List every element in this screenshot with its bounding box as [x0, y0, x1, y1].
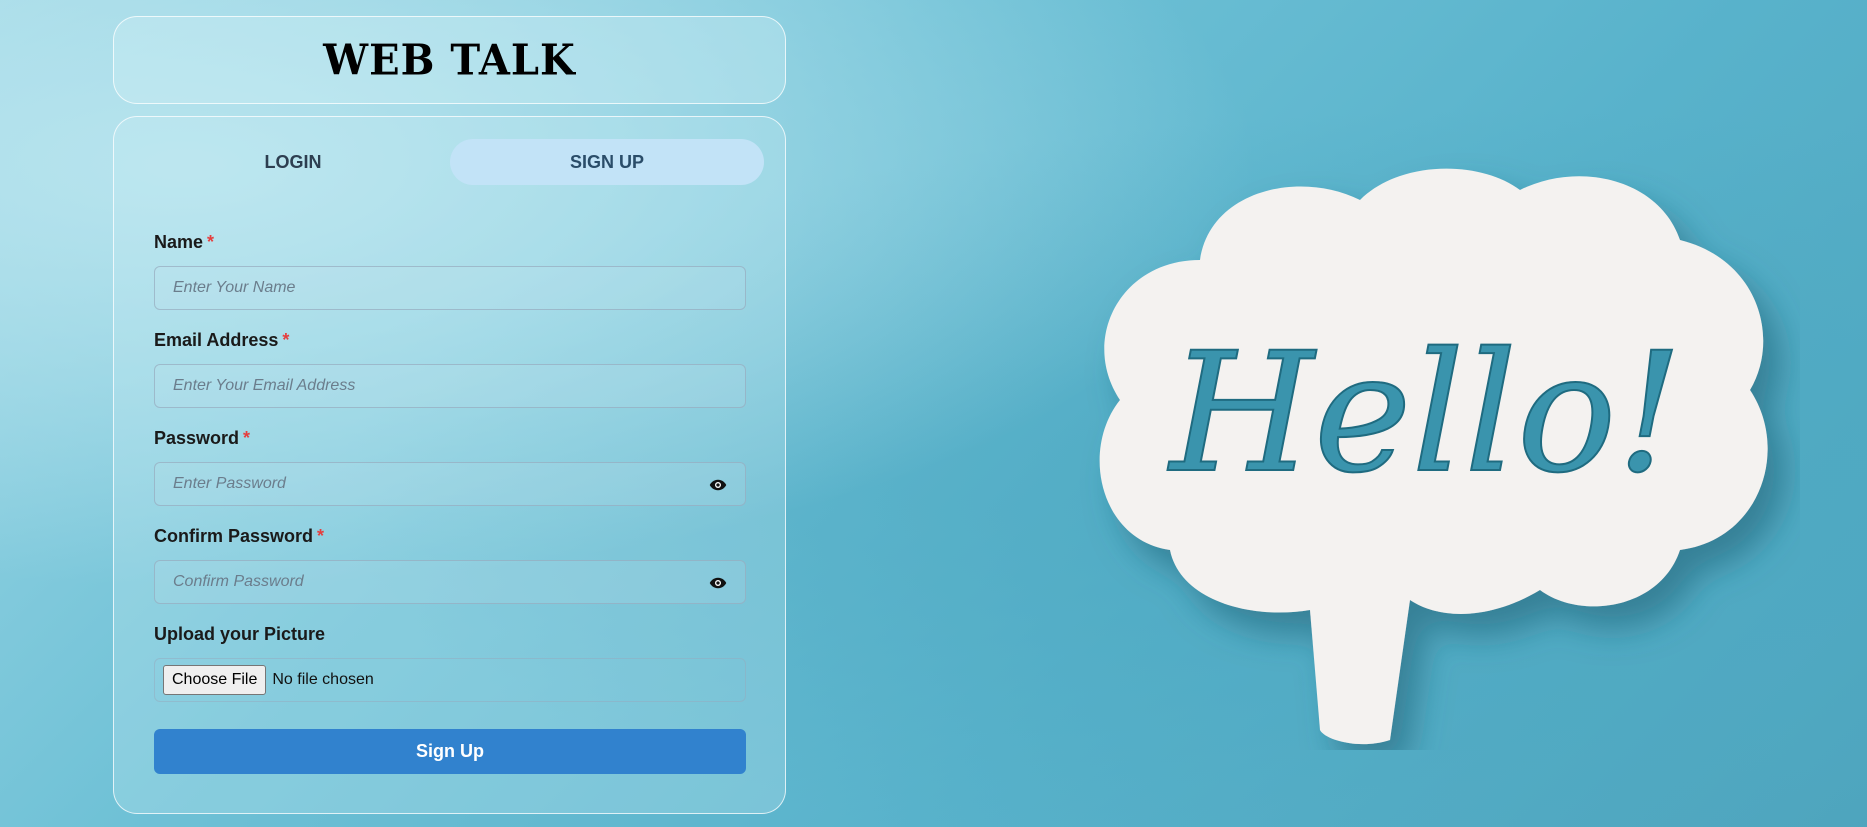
password-input[interactable]: [155, 463, 745, 505]
required-mark: *: [243, 428, 251, 448]
required-mark: *: [282, 330, 290, 350]
name-label: Name *: [154, 232, 215, 252]
confirm-password-input[interactable]: [155, 561, 745, 603]
required-mark: *: [207, 232, 215, 252]
auth-form-card: LOGIN SIGN UP Name* Email Address* Passw…: [113, 116, 786, 814]
required-mark: *: [317, 526, 325, 546]
name-field-box: [154, 266, 746, 310]
email-field-box: [154, 364, 746, 408]
hello-text: Hello!: [1167, 317, 1683, 509]
password-label: Password *: [154, 428, 251, 448]
sign-up-button[interactable]: Sign Up: [154, 729, 746, 774]
confirm-password-field-box: [154, 560, 746, 604]
file-upload-field: Choose File No file chosen: [154, 658, 746, 702]
email-label: Email Address *: [154, 330, 290, 350]
tab-login[interactable]: LOGIN: [136, 139, 450, 185]
eye-icon[interactable]: [709, 476, 727, 494]
password-field-box: [154, 462, 746, 506]
tab-sign-up[interactable]: SIGN UP: [450, 139, 764, 185]
upload-picture-label: Upload your Picture: [154, 624, 326, 644]
eye-icon[interactable]: [709, 574, 727, 592]
email-input[interactable]: [155, 365, 745, 407]
hello-speech-bubble-illustration: Hello!: [1060, 150, 1800, 750]
confirm-password-label: Confirm Password *: [154, 526, 325, 546]
name-input[interactable]: [155, 267, 745, 309]
app-title: WEB TALK: [323, 35, 576, 85]
title-card: WEB TALK: [113, 16, 786, 104]
auth-tabs: LOGIN SIGN UP: [136, 139, 764, 185]
file-status-text: No file chosen: [272, 671, 374, 688]
choose-file-button[interactable]: Choose File: [163, 665, 267, 695]
